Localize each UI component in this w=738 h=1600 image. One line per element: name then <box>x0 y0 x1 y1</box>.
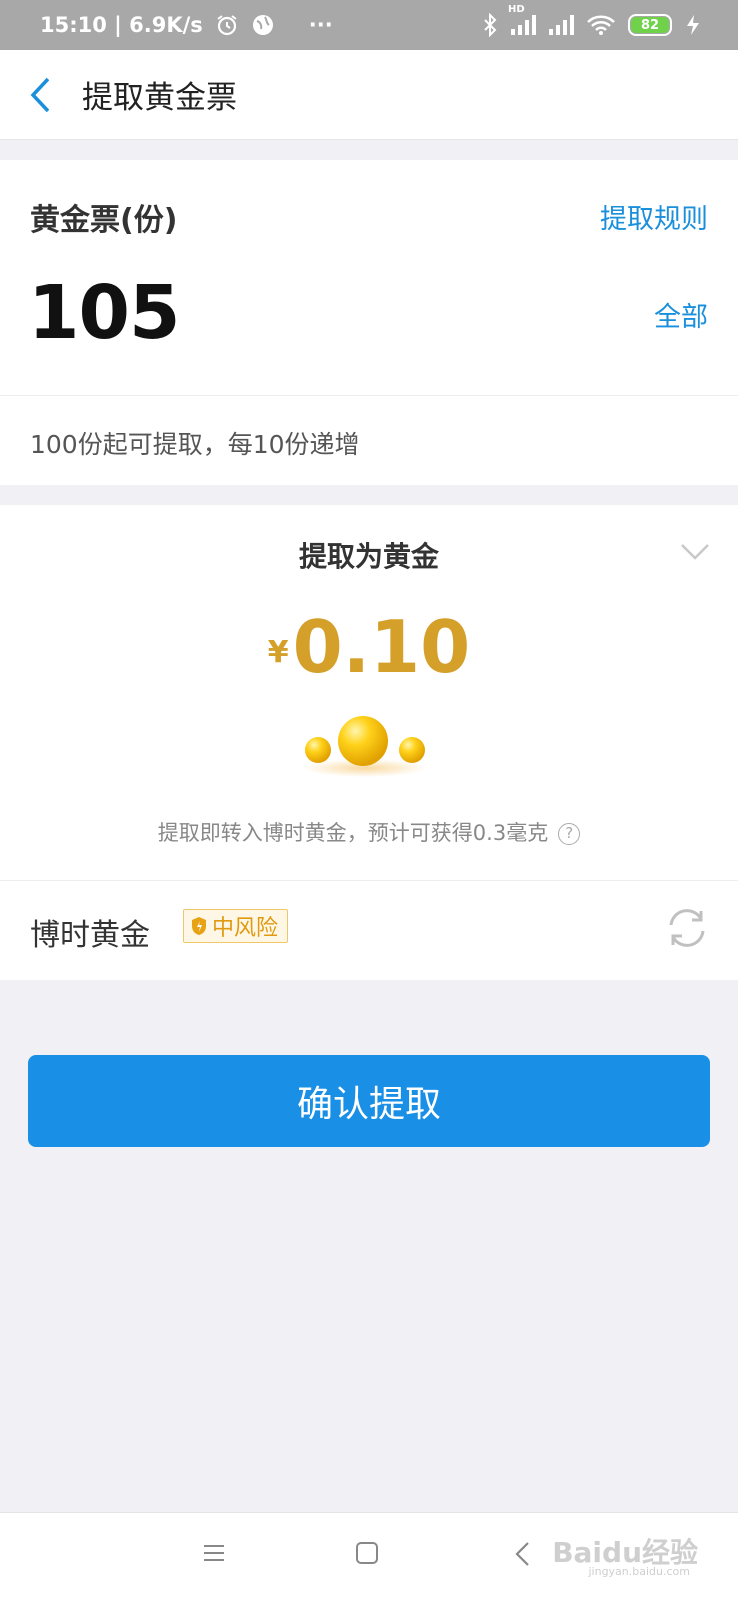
more-indicator: ··· <box>308 13 333 37</box>
home-icon[interactable] <box>355 1541 379 1565</box>
back-button[interactable] <box>0 50 80 140</box>
withdraw-description: 提取即转入博时黄金，预计可获得0.3毫克? <box>0 817 738 847</box>
watermark-url: jingyan.baidu.com <box>588 1565 690 1578</box>
fund-name: 博时黄金 <box>30 918 150 953</box>
gold-value-amount: 0.10 <box>292 605 471 689</box>
ticket-card: 黄金票(份) 提取规则 105 全部 100份起可提取，每10份递增 <box>0 160 738 485</box>
risk-badge: 中风险 <box>183 909 289 943</box>
ticket-label: 黄金票(份) <box>30 203 178 238</box>
refresh-icon[interactable] <box>664 905 710 951</box>
divider <box>0 395 738 396</box>
battery-icon: 82 <box>628 14 672 36</box>
signal-icon <box>511 15 536 35</box>
status-bar: 15:10 | 6.9K/s ··· HD 82 <box>0 0 738 50</box>
withdraw-hint: 100份起可提取，每10份递增 <box>30 430 360 459</box>
ticket-amount-input[interactable]: 105 <box>28 270 180 356</box>
divider <box>0 880 738 881</box>
withdraw-card: 提取为黄金 ¥0.10 提取即转入博时黄金，预计可获得0.3毫克? 博时黄金 中… <box>0 505 738 980</box>
currency-symbol: ¥ <box>267 635 289 671</box>
confirm-withdraw-button[interactable]: 确认提取 <box>28 1055 710 1147</box>
status-right: HD 82 <box>482 4 702 37</box>
withdraw-rules-link[interactable]: 提取规则 <box>600 197 708 236</box>
signal-hd: HD <box>508 4 536 36</box>
chevron-down-icon[interactable] <box>680 543 710 561</box>
browser-icon <box>252 15 273 35</box>
battery-level: 82 <box>631 17 669 33</box>
risk-level-label: 中风险 <box>212 916 279 941</box>
select-all-link[interactable]: 全部 <box>654 295 708 334</box>
bluetooth-icon <box>484 13 497 37</box>
charging-icon <box>687 15 699 35</box>
system-nav-bar: Baidu经验 jingyan.baidu.com <box>0 1512 738 1600</box>
description-text: 提取即转入博时黄金，预计可获得0.3毫克 <box>157 821 549 845</box>
shield-icon <box>192 917 206 935</box>
status-left: 15:10 | 6.9K/s ··· <box>40 13 333 37</box>
signal-icon-2 <box>549 15 574 35</box>
back-arrow-icon <box>30 77 50 112</box>
page-title: 提取黄金票 <box>82 80 237 116</box>
gold-balls-icon <box>303 716 427 777</box>
wifi-icon <box>587 15 615 35</box>
menu-icon[interactable] <box>202 1541 226 1565</box>
help-icon[interactable]: ? <box>558 823 581 845</box>
alarm-icon <box>217 15 237 36</box>
back-nav-icon[interactable] <box>514 1541 530 1567</box>
withdraw-type-selector[interactable]: 提取为黄金 <box>0 535 738 575</box>
title-bar: 提取黄金票 <box>0 50 738 140</box>
hd-label: HD <box>508 4 525 15</box>
gold-value: ¥0.10 <box>0 605 738 689</box>
status-time-speed: 15:10 | 6.9K/s <box>40 13 203 37</box>
